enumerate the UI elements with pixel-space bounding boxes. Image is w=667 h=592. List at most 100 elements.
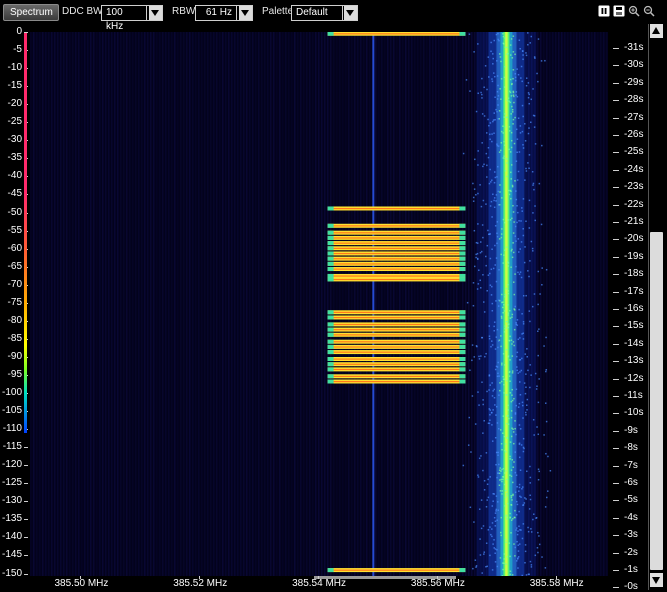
carrier-speckle	[522, 58, 524, 61]
carrier-speckle	[515, 128, 518, 131]
noise-streak	[150, 32, 152, 577]
vertical-scrollbar[interactable]	[648, 24, 664, 590]
carrier-speckle	[493, 397, 496, 399]
time-tick	[613, 483, 619, 484]
level-tick-label: -140	[1, 531, 22, 543]
carrier-speckle	[529, 42, 531, 44]
carrier-speckle	[525, 373, 527, 375]
carrier-speckle	[494, 404, 496, 406]
carrier-speckle	[510, 519, 513, 521]
chevron-down-icon[interactable]	[149, 6, 162, 20]
carrier-speckle	[480, 455, 482, 457]
carrier-speckle	[497, 346, 499, 349]
carrier-speckle	[491, 440, 494, 442]
carrier-speckle	[517, 556, 520, 558]
carrier-speckle	[500, 317, 503, 319]
carrier-speckle	[507, 355, 509, 358]
carrier-speckle	[518, 483, 521, 486]
carrier-speckle	[545, 268, 548, 271]
carrier-speckle	[512, 90, 515, 93]
burst-edge	[327, 267, 334, 272]
burst-edge	[459, 230, 466, 235]
scroll-down-button[interactable]	[650, 573, 663, 587]
carrier-speckle	[483, 86, 485, 89]
carrier-speckle	[536, 546, 539, 549]
zoom-out-icon[interactable]	[643, 5, 655, 17]
carrier-speckle	[496, 519, 498, 521]
carrier-speckle	[524, 550, 527, 553]
noise-streak	[591, 32, 593, 577]
noise-streak	[120, 32, 122, 577]
ddc-bw-dropdown[interactable]: 100 kHz	[101, 5, 163, 32]
carrier-speckle	[498, 204, 500, 206]
palette-dropdown[interactable]: Default	[291, 5, 358, 21]
carrier-speckle	[506, 436, 508, 439]
carrier-speckle	[528, 167, 530, 170]
carrier-speckle	[525, 77, 528, 79]
chevron-down-icon[interactable]	[344, 6, 357, 20]
carrier-speckle	[483, 115, 486, 117]
spectrum-button[interactable]: Spectrum	[3, 4, 59, 21]
carrier-speckle	[512, 517, 514, 520]
rbw-dropdown[interactable]: 61 Hz	[195, 5, 253, 21]
zoom-in-icon[interactable]	[628, 5, 640, 17]
noise-streak	[351, 32, 353, 577]
noise-streak	[267, 32, 269, 577]
carrier-speckle	[495, 405, 498, 408]
carrier-speckle	[496, 375, 499, 378]
waterfall-display[interactable]	[30, 32, 608, 577]
noise-streak	[96, 32, 98, 577]
palette-label: Palette	[262, 6, 294, 17]
freq-tick-label: 385.54 MHz	[292, 578, 347, 589]
pause-icon[interactable]	[598, 5, 610, 17]
carrier-speckle	[485, 542, 488, 544]
carrier-speckle	[511, 370, 514, 372]
ddc-bw-value: 100 kHz	[102, 6, 147, 32]
carrier-speckle	[521, 313, 523, 315]
carrier-speckle	[517, 73, 520, 76]
carrier-speckle	[492, 543, 494, 545]
scroll-up-button[interactable]	[650, 24, 663, 38]
burst-core	[327, 380, 466, 383]
chevron-down-icon[interactable]	[239, 6, 252, 20]
carrier-speckle	[494, 348, 497, 350]
noise-streak	[261, 32, 263, 577]
carrier-speckle	[491, 522, 494, 524]
carrier-speckle	[515, 94, 517, 96]
carrier-speckle	[495, 200, 497, 202]
burst-edge	[459, 350, 466, 355]
carrier-speckle	[491, 309, 494, 312]
carrier-speckle	[491, 285, 493, 288]
carrier-speckle	[505, 492, 508, 495]
noise-streak	[57, 32, 59, 577]
noise-streak	[222, 32, 224, 577]
burst-core	[327, 275, 466, 277]
carrier-speckle	[514, 273, 516, 275]
carrier-speckle	[511, 388, 514, 391]
carrier-speckle	[509, 78, 512, 81]
carrier-speckle	[504, 249, 506, 251]
burst-edge	[327, 223, 334, 228]
burst-edge	[459, 235, 466, 240]
noise-streak	[81, 32, 83, 577]
carrier-speckle	[497, 145, 500, 147]
carrier-speckle	[500, 236, 503, 239]
time-tick	[613, 135, 619, 136]
scroll-thumb[interactable]	[650, 232, 663, 570]
carrier-speckle	[497, 104, 499, 106]
carrier-speckle	[508, 417, 510, 420]
save-icon[interactable]	[613, 5, 625, 17]
carrier-speckle	[507, 265, 510, 267]
burst-edge	[459, 32, 466, 36]
carrier-speckle	[495, 463, 497, 466]
carrier-speckle	[514, 79, 517, 82]
noise-streak	[297, 32, 299, 577]
noise-streak	[252, 32, 254, 577]
carrier-speckle	[477, 192, 479, 195]
carrier-speckle	[498, 53, 501, 55]
time-ruler: -31s -30s -29s -28s -27s -26s -25s -24s -23s -22s…	[610, 24, 646, 592]
burst-core	[327, 316, 466, 319]
carrier-speckle	[513, 293, 516, 296]
carrier-speckle	[511, 248, 513, 251]
level-tick-label: 0	[16, 26, 22, 37]
